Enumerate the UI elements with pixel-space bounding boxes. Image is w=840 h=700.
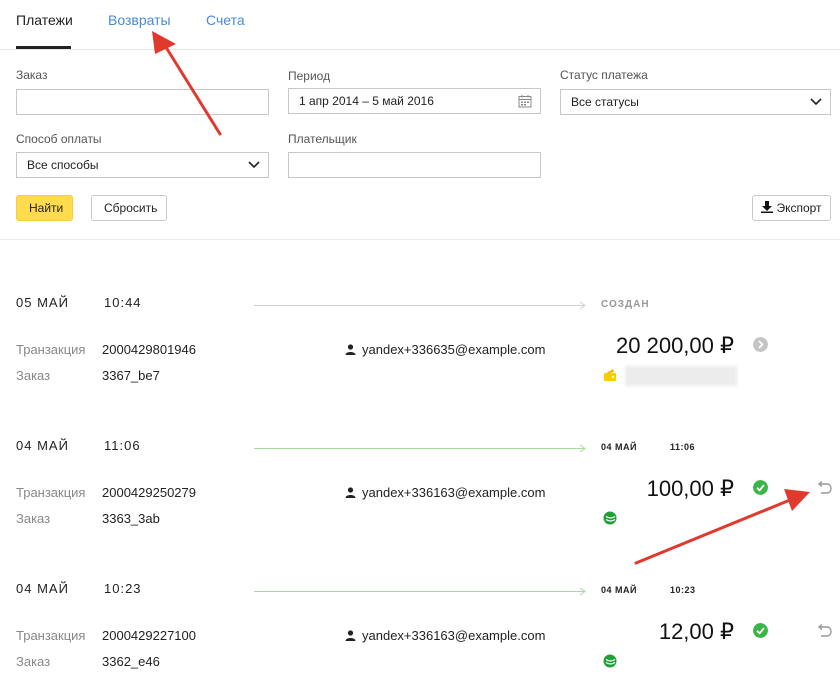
user-icon xyxy=(345,487,356,498)
status-label: СОЗДАН xyxy=(601,299,650,310)
method-filter-value: Все способы xyxy=(27,158,99,172)
transaction-id: 2000429227100 xyxy=(102,628,196,643)
export-label: Экспорт xyxy=(776,201,822,215)
redacted-payment-details xyxy=(625,366,737,386)
payment-amount: 20 200,00 ₽ xyxy=(616,333,734,358)
payment-time: 10:44 xyxy=(104,295,142,310)
order-label: Заказ xyxy=(16,511,51,526)
status-timeline xyxy=(254,444,586,453)
wallet-icon xyxy=(604,369,616,381)
payment-date: 04 МАЙ xyxy=(16,438,69,453)
section-divider xyxy=(0,239,840,240)
annotation-arrow-to-refund-icon xyxy=(634,498,792,565)
order-id: 3363_3ab xyxy=(102,511,160,526)
period-filter-input[interactable]: 1 апр 2014 – 5 май 2016 xyxy=(288,88,541,114)
payment-time: 11:06 xyxy=(104,438,141,453)
transaction-id: 2000429250279 xyxy=(102,485,196,500)
transaction-id: 2000429801946 xyxy=(102,342,196,357)
transaction-label: Транзакция xyxy=(16,485,86,500)
order-filter-label: Заказ xyxy=(16,68,48,82)
user-icon xyxy=(345,630,356,641)
order-id: 3367_be7 xyxy=(102,368,160,383)
period-filter-label: Период xyxy=(288,69,331,83)
tab-bar: Платежи Возвраты Счета xyxy=(0,0,840,50)
chevron-down-icon xyxy=(248,161,260,169)
status-time: 10:23 xyxy=(670,585,696,595)
status-date: 04 МАЙ xyxy=(601,585,637,595)
order-label: Заказ xyxy=(16,368,51,383)
method-filter-label: Способ оплаты xyxy=(16,132,102,146)
check-success-icon xyxy=(753,480,768,495)
status-filter-select[interactable]: Все статусы xyxy=(560,89,831,115)
payer-email: yandex+336163@example.com xyxy=(345,628,545,643)
status-filter-label: Статус платежа xyxy=(560,68,648,82)
check-success-icon xyxy=(753,623,768,638)
payer-filter-label: Плательщик xyxy=(288,132,357,146)
payment-date: 05 МАЙ xyxy=(16,295,69,310)
find-button[interactable]: Найти xyxy=(16,195,73,221)
status-date: 04 МАЙ xyxy=(601,442,637,452)
active-tab-indicator xyxy=(16,46,71,49)
status-time: 11:06 xyxy=(670,442,696,452)
order-label: Заказ xyxy=(16,654,51,669)
payment-amount: 12,00 ₽ xyxy=(658,619,734,644)
chevron-down-icon xyxy=(810,98,822,106)
payment-amount: 100,00 ₽ xyxy=(646,476,734,501)
sberbank-icon xyxy=(603,511,617,525)
reset-button[interactable]: Сбросить xyxy=(91,195,167,221)
payer-email: yandex+336635@example.com xyxy=(345,342,545,357)
arrow-right-icon xyxy=(579,301,586,310)
order-filter-input[interactable] xyxy=(16,89,269,115)
annotation-arrowhead xyxy=(784,489,810,511)
user-icon xyxy=(345,344,356,355)
arrow-right-icon xyxy=(579,444,586,453)
calendar-icon[interactable] xyxy=(518,94,532,108)
export-button[interactable]: Экспорт xyxy=(752,195,831,221)
payer-filter-input[interactable] xyxy=(288,152,541,178)
refund-icon[interactable] xyxy=(816,481,832,495)
pending-status-icon xyxy=(753,337,768,352)
status-filter-value: Все статусы xyxy=(571,95,639,109)
payer-email: yandex+336163@example.com xyxy=(345,485,545,500)
method-filter-select[interactable]: Все способы xyxy=(16,152,269,178)
download-icon xyxy=(761,201,774,213)
status-timeline xyxy=(254,587,586,596)
payment-date: 04 МАЙ xyxy=(16,581,69,596)
order-id: 3362_e46 xyxy=(102,654,160,669)
payment-time: 10:23 xyxy=(104,581,142,596)
transaction-label: Транзакция xyxy=(16,628,86,643)
period-value: 1 апр 2014 – 5 май 2016 xyxy=(299,94,434,108)
transaction-label: Транзакция xyxy=(16,342,86,357)
tab-payments[interactable]: Платежи xyxy=(16,12,73,28)
tab-invoices[interactable]: Счета xyxy=(206,12,245,28)
status-timeline xyxy=(254,301,586,310)
arrow-right-icon xyxy=(579,587,586,596)
tab-refunds[interactable]: Возвраты xyxy=(108,12,171,28)
sberbank-icon xyxy=(603,654,617,668)
refund-icon[interactable] xyxy=(816,624,832,638)
